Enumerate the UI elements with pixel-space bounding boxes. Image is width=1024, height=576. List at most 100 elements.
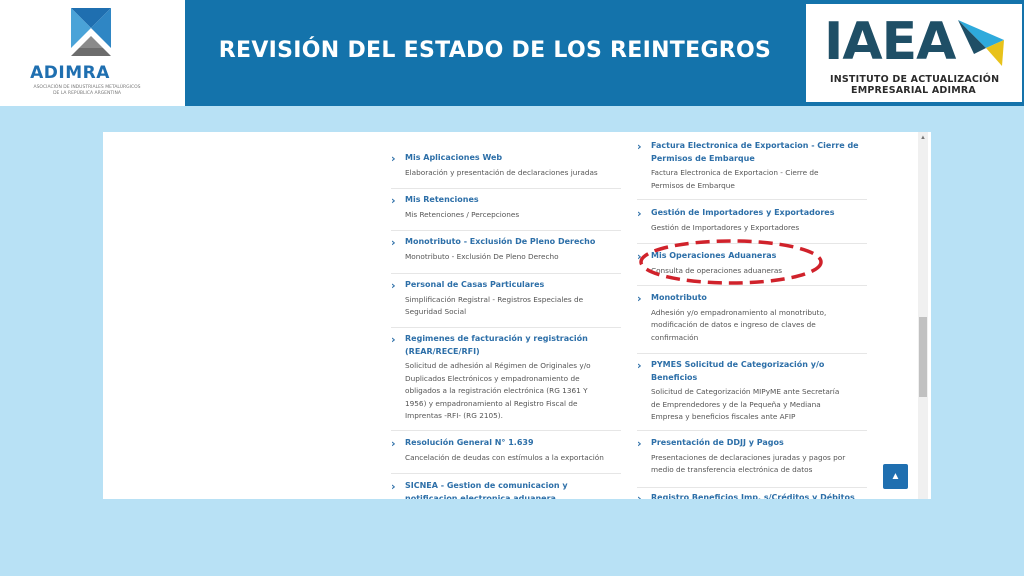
left-service-item[interactable]: › Mis Aplicaciones Web Elaboración y prese… xyxy=(391,152,613,180)
service-description-line: Presentaciones de declaraciones juradas … xyxy=(651,452,846,462)
service-description: Mis Retenciones / Percepciones xyxy=(405,209,613,222)
service-description-line: Imprentas -RFI- (RG 2105). xyxy=(405,411,503,420)
iaea-line2: EMPRESARIAL ADIMRA xyxy=(851,85,976,96)
service-description-line: de Emprendedores y de la Pequeña y Media… xyxy=(651,399,821,409)
adimra-subtitle: ASOCIACIÓN DE INDUSTRIALES METALÚRGICOS … xyxy=(33,85,141,96)
service-title-link[interactable]: notificacion electronica aduanera xyxy=(405,493,613,500)
left-service-item[interactable]: › Monotributo - Exclusión De Pleno Derech… xyxy=(391,236,613,264)
service-description-line: Cancelación de deudas con estímulos a la… xyxy=(405,452,604,462)
afip-services-screenshot: › Mis Aplicaciones Web Elaboración y prese… xyxy=(103,132,931,499)
iaea-arrow-icon xyxy=(958,20,1004,66)
service-title-link[interactable]: Resolución General N° 1.639 xyxy=(405,437,613,450)
iaea-letters: IAEA xyxy=(824,12,956,72)
service-description: Elaboración y presentación de declaracio… xyxy=(405,167,613,180)
right-service-item[interactable]: › Presentación de DDJJ y Pagos Presentacio… xyxy=(637,437,863,477)
right-service-item[interactable]: › PYMES Solicitud de Categorización y/o Be… xyxy=(637,359,863,424)
service-description-line: Mis Retenciones / Percepciones xyxy=(405,209,520,219)
service-description: Solicitud de Categorización MIPyME ante … xyxy=(651,386,863,424)
list-divider xyxy=(391,473,621,474)
list-divider xyxy=(391,327,621,328)
chevron-right-icon: › xyxy=(391,279,396,292)
service-description: Monotributo - Exclusión De Pleno Derecho xyxy=(405,251,613,264)
service-description: Cancelación de deudas con estímulos a la… xyxy=(405,452,613,465)
scroll-up-icon[interactable]: ▲ xyxy=(920,135,926,141)
adimra-brand: ADIMRA xyxy=(30,63,110,83)
chevron-right-icon: › xyxy=(637,359,642,372)
service-title-link[interactable]: PYMES Solicitud de Categorización y/o xyxy=(651,359,863,372)
left-service-item[interactable]: › Mis Retenciones Mis Retenciones / Percep… xyxy=(391,194,613,222)
list-divider xyxy=(637,430,867,431)
list-divider xyxy=(391,188,621,189)
chevron-right-icon: › xyxy=(637,437,642,450)
chevron-right-icon: › xyxy=(637,140,642,153)
service-title-link[interactable]: Mis Aplicaciones Web xyxy=(405,152,613,165)
list-divider xyxy=(391,273,621,274)
service-title-link[interactable]: Factura Electronica de Exportacion - Cie… xyxy=(651,140,863,153)
chevron-right-icon: › xyxy=(391,236,396,249)
iaea-line1: INSTITUTO DE ACTUALIZACIÓN xyxy=(830,74,1000,85)
service-title-link[interactable]: Personal de Casas Particulares xyxy=(405,279,613,292)
list-divider xyxy=(637,353,867,354)
service-title-link[interactable]: (REAR/RECE/RFI) xyxy=(405,346,613,359)
chevron-right-icon: › xyxy=(391,333,396,346)
chevron-right-icon: › xyxy=(391,194,396,207)
left-service-item[interactable]: › Resolución General N° 1.639 Cancelación … xyxy=(391,437,613,465)
right-service-item[interactable]: › Registro Beneficios Imp. s/Créditos y D… xyxy=(637,492,863,499)
chevron-right-icon: › xyxy=(391,437,396,450)
service-title-link[interactable]: Permisos de Embarque xyxy=(651,153,863,166)
left-service-item[interactable]: › SICNEA - Gestion de comunicacion y notif… xyxy=(391,480,613,500)
service-description-line: Monotributo - Exclusión De Pleno Derecho xyxy=(405,251,559,261)
left-service-item[interactable]: › Personal de Casas Particulares Simplific… xyxy=(391,279,613,319)
red-dashed-highlight-ellipse xyxy=(639,239,823,285)
service-description-line: Solicitud de Categorización MIPyME ante … xyxy=(651,387,840,396)
adimra-logo-mark-icon xyxy=(71,8,111,56)
chevron-right-icon: › xyxy=(391,480,396,493)
service-description-line: modificación de datos e ingreso de clave… xyxy=(651,320,816,329)
left-service-item[interactable]: › Regimenes de facturación y registración… xyxy=(391,333,613,423)
service-title-link[interactable]: Mis Retenciones xyxy=(405,194,613,207)
service-description-line: confirmación xyxy=(651,332,699,342)
right-service-item[interactable]: › Gestión de Importadores y Exportadores G… xyxy=(637,207,863,235)
service-description-line: obligados a la registración electrónica … xyxy=(405,386,588,395)
service-description: Factura Electronica de Exportacion - Cie… xyxy=(651,167,863,192)
list-divider xyxy=(391,230,621,231)
page-title: REVISIÓN DEL ESTADO DE LOS REINTEGROS xyxy=(218,38,772,63)
chevron-right-icon: › xyxy=(637,492,642,499)
list-divider xyxy=(637,199,867,200)
service-description: Adhesión y/o empadronamiento al monotrib… xyxy=(651,307,863,345)
scrollbar[interactable]: ▲ xyxy=(918,132,928,499)
service-title-link[interactable]: Registro Beneficios Imp. s/Créditos y Dé… xyxy=(651,492,863,499)
iaea-logo: IAEA INSTITUTO DE ACTUALIZACIÓN EMPRESAR… xyxy=(804,2,1024,104)
service-title-link[interactable]: SICNEA - Gestion de comunicacion y xyxy=(405,480,613,493)
scrollbar-thumb[interactable] xyxy=(919,317,927,397)
right-service-item[interactable]: › Monotributo Adhesión y/o empadronamiento… xyxy=(637,292,863,345)
chevron-right-icon: › xyxy=(391,152,396,165)
list-divider xyxy=(637,487,867,488)
chevron-right-icon: › xyxy=(637,207,642,220)
service-description-line: medio de transferencia electrónica de da… xyxy=(651,465,813,474)
service-description-line: Factura Electronica de Exportacion - Cie… xyxy=(651,168,819,177)
service-description: Solicitud de adhesión al Régimen de Orig… xyxy=(405,360,613,423)
service-description-line: Duplicados Electrónicos y empadronamient… xyxy=(405,373,580,383)
service-description-line: 1956) y empadronamiento al Registro Fisc… xyxy=(405,398,578,408)
service-title-link[interactable]: Regimenes de facturación y registración xyxy=(405,333,613,346)
right-service-item[interactable]: › Factura Electronica de Exportacion - Ci… xyxy=(637,140,863,192)
slide-header: ADIMRA ASOCIACIÓN DE INDUSTRIALES METALÚ… xyxy=(0,0,1024,106)
service-description-line: Elaboración y presentación de declaracio… xyxy=(405,167,598,177)
chevron-right-icon: › xyxy=(637,292,642,305)
service-description: Presentaciones de declaraciones juradas … xyxy=(651,452,863,477)
service-description: Gestión de Importadores y Exportadores xyxy=(651,222,863,235)
list-divider xyxy=(391,430,621,431)
service-description-line: Empresa y beneficios fiscales ante AFIP xyxy=(651,412,796,421)
service-title-link[interactable]: Beneficios xyxy=(651,372,863,385)
service-title-link[interactable]: Monotributo - Exclusión De Pleno Derecho xyxy=(405,236,613,249)
service-description-line: Permisos de Embarque xyxy=(651,180,735,190)
back-to-top-button[interactable]: ▲ xyxy=(883,464,908,489)
service-description-line: Seguridad Social xyxy=(405,307,467,316)
service-title-link[interactable]: Monotributo xyxy=(651,292,863,305)
service-title-link[interactable]: Presentación de DDJJ y Pagos xyxy=(651,437,863,450)
adimra-logo: ADIMRA ASOCIACIÓN DE INDUSTRIALES METALÚ… xyxy=(0,0,185,106)
service-description: Simplificación Registral - Registros Esp… xyxy=(405,294,613,319)
service-title-link[interactable]: Gestión de Importadores y Exportadores xyxy=(651,207,863,220)
service-description-line: Solicitud de adhesión al Régimen de Orig… xyxy=(405,361,591,370)
